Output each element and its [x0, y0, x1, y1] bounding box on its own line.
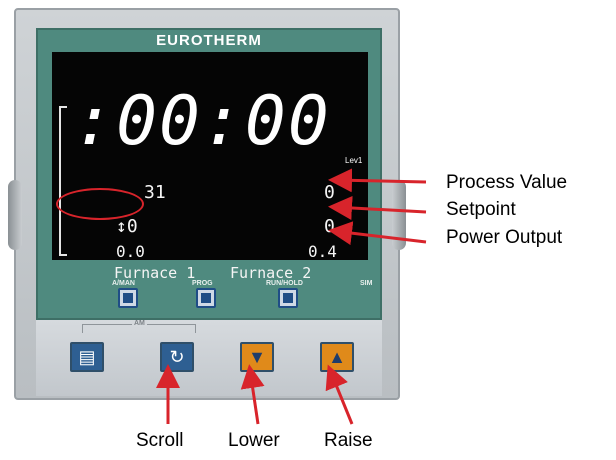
setpoint-arrow	[328, 195, 427, 220]
lower-arrow	[240, 364, 265, 425]
process-value-annotation: Process Value	[446, 172, 568, 193]
setpoint-highlight-circle	[56, 188, 144, 220]
raise-annotation: Raise	[324, 430, 373, 451]
setpoint-annotation: Setpoint	[446, 199, 516, 220]
power-output-annotation: Power Output	[446, 227, 563, 248]
lower-annotation: Lower	[228, 430, 280, 451]
raise-arrow	[325, 364, 354, 425]
scroll-annotation: Scroll	[136, 430, 184, 451]
power-output-arrow	[328, 221, 427, 246]
process-value-arrow	[328, 168, 427, 193]
